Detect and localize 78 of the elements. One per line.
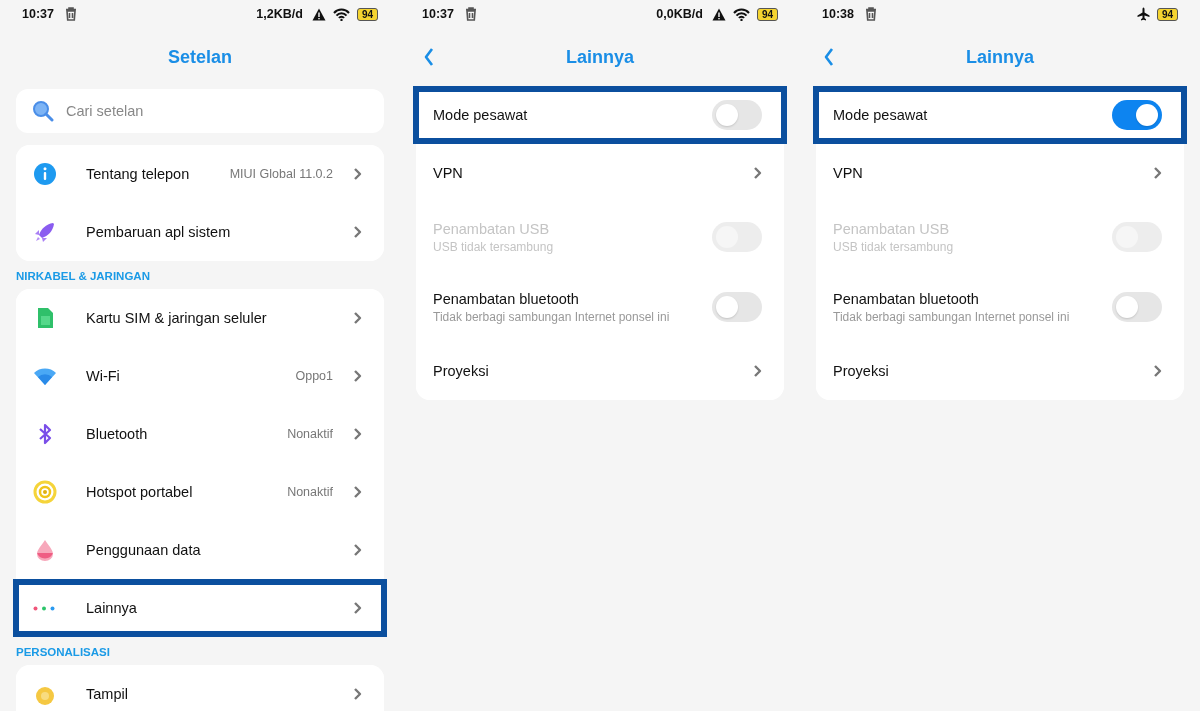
chevron-right-icon [353, 544, 362, 556]
chevron-right-icon [753, 365, 762, 377]
row-label: Penambatan USB [433, 220, 551, 237]
chevron-right-icon [1153, 365, 1162, 377]
row-label: Wi-Fi [86, 368, 121, 384]
toggle-switch[interactable] [1112, 292, 1162, 322]
trash-icon [865, 7, 877, 21]
battery-indicator: 94 [756, 7, 778, 21]
clock-time: 10:37 [22, 7, 54, 21]
back-chevron-icon [824, 48, 834, 66]
row-value: Oppo1 [295, 369, 333, 383]
toggle-switch[interactable] [712, 100, 762, 130]
back-button[interactable] [822, 47, 836, 67]
chevron-right-icon [353, 486, 362, 498]
back-chevron-icon [424, 48, 434, 66]
row-label: Pembaruan apl sistem [86, 224, 232, 240]
wifi-signal-icon [332, 7, 350, 21]
settings-row[interactable]: Lainnya [13, 579, 387, 637]
row-subtitle: USB tidak tersambung [433, 239, 555, 254]
info-icon [33, 162, 57, 186]
chevron-right-icon [353, 428, 362, 440]
row-label: Hotspot portabel [86, 484, 194, 500]
chevron-right-icon [353, 226, 362, 238]
page-title: Setelan [168, 46, 232, 68]
settings-row[interactable]: Mode pesawat [413, 86, 787, 144]
settings-row[interactable]: Mode pesawat [813, 86, 1187, 144]
battery-indicator: 94 [356, 7, 378, 21]
chevron-right-icon [1153, 167, 1162, 179]
row-label: Penambatan bluetooth [833, 290, 980, 307]
row-subtitle: Tidak berbagi sambungan Internet ponsel ini [433, 309, 671, 324]
section-header: NIRKABEL & JARINGAN [15, 269, 151, 284]
row-label: Mode pesawat [833, 107, 929, 123]
page-title: Lainnya [566, 46, 634, 68]
chevron-right-icon [353, 168, 362, 180]
toggle-switch[interactable] [1112, 100, 1162, 130]
row-value: MIUI Global 11.0.2 [229, 167, 333, 181]
clock-time: 10:37 [422, 7, 454, 21]
row-label: Proyeksi [433, 363, 490, 379]
chevron-right-icon [353, 312, 362, 324]
row-value: Nonaktif [287, 485, 333, 499]
search-field[interactable]: Cari setelan [16, 89, 384, 133]
chevron-right-icon [353, 688, 362, 700]
hotspot-icon [33, 480, 57, 504]
row-label: Lainnya [86, 600, 138, 616]
row-subtitle: Tidak berbagi sambungan Internet ponsel ini [833, 309, 1071, 324]
search-icon [32, 100, 54, 122]
warning-icon [711, 7, 726, 21]
chevron-right-icon [753, 167, 762, 179]
wifi-signal-icon [732, 7, 750, 21]
toggle-switch[interactable] [712, 292, 762, 322]
row-subtitle: USB tidak tersambung [833, 239, 955, 254]
trash-icon [65, 7, 77, 21]
row-label: Penambatan bluetooth [433, 290, 580, 307]
rocket-icon [33, 220, 57, 244]
chevron-right-icon [353, 602, 362, 614]
row-value: Nonaktif [287, 427, 333, 441]
row-label: VPN [433, 165, 464, 181]
page-title: Lainnya [966, 46, 1034, 68]
row-label: Mode pesawat [433, 107, 529, 123]
network-speed: 0,0KB/d [656, 7, 703, 21]
row-label: Bluetooth [86, 426, 149, 442]
clock-time: 10:38 [822, 7, 854, 21]
airplane-icon [1136, 7, 1150, 21]
row-label: Penambatan USB [833, 220, 951, 237]
row-label: Tampil [86, 686, 129, 702]
battery-indicator: 94 [1156, 7, 1178, 21]
row-label: Proyeksi [833, 363, 890, 379]
trash-icon [465, 7, 477, 21]
row-label: Tentang telepon [86, 166, 191, 182]
row-label: Kartu SIM & jaringan seluler [86, 310, 268, 326]
section-header: PERSONALISASI [15, 645, 111, 660]
row-label: VPN [833, 165, 864, 181]
warning-icon [311, 7, 326, 21]
row-label: Penggunaan data [86, 542, 202, 558]
network-speed: 1,2KB/d [256, 7, 303, 21]
back-button[interactable] [422, 47, 436, 67]
dots-icon [33, 605, 55, 611]
chevron-right-icon [353, 370, 362, 382]
